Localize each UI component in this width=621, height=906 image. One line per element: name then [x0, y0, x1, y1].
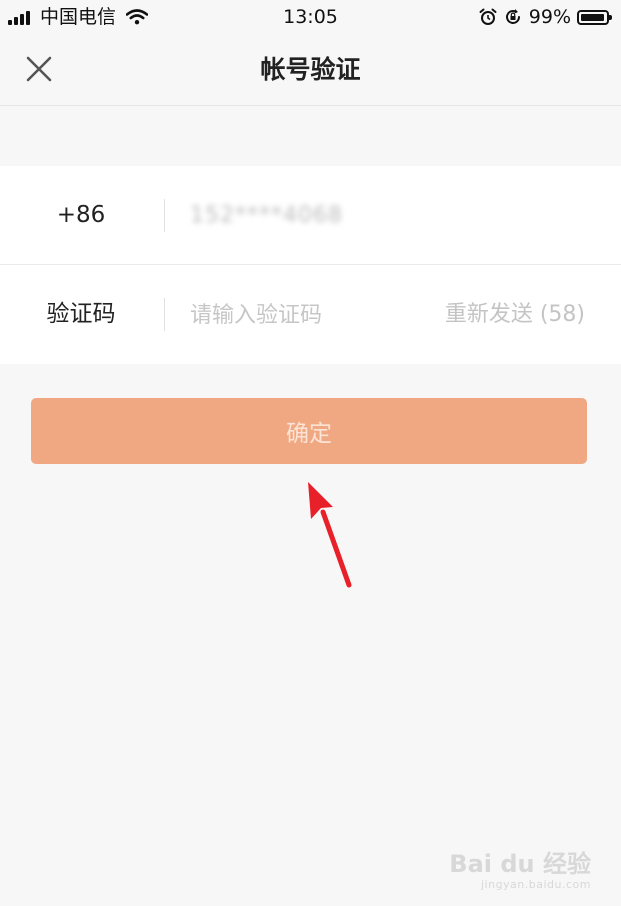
resend-code-button[interactable]: 重新发送 (58)	[445, 265, 585, 364]
status-right: 99%	[479, 5, 612, 29]
code-label: 验证码	[46, 301, 116, 327]
code-row: 验证码 重新发送 (58)	[0, 265, 621, 364]
alarm-icon	[479, 8, 497, 25]
battery-icon	[577, 9, 612, 25]
country-code[interactable]: +86	[0, 166, 162, 265]
close-icon	[26, 56, 52, 82]
watermark-logo: Bai du 经验	[449, 850, 591, 878]
page-title: 帐号验证	[260, 55, 361, 84]
phone-number: 152****4068	[190, 203, 343, 228]
battery-percent: 99%	[528, 6, 571, 28]
confirm-button[interactable]: 确定	[31, 398, 587, 464]
close-button[interactable]	[20, 50, 58, 88]
nav-bar: 帐号验证	[0, 34, 621, 106]
phone-row: +86 152****4068	[0, 166, 621, 265]
rotation-lock-icon	[505, 9, 520, 24]
annotation-arrow-icon	[308, 482, 352, 588]
status-bar: 中国电信 13:05 99%	[0, 0, 621, 34]
watermark-url: jingyan.baidu.com	[480, 878, 591, 891]
verification-code-input[interactable]	[190, 295, 410, 335]
verification-form: +86 152****4068 验证码 重新发送 (58)	[0, 166, 621, 364]
row-divider	[164, 298, 165, 331]
watermark: Bai du 经验 jingyan.baidu.com	[449, 850, 591, 892]
row-divider	[164, 199, 165, 232]
